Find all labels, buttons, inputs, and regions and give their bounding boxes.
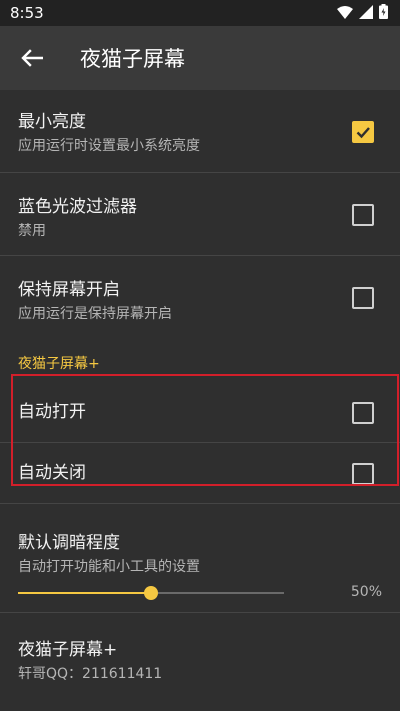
wifi-icon	[337, 4, 353, 23]
pref-dim-level: 默认调暗程度 自动打开功能和小工具的设置 50%	[0, 504, 400, 612]
pref-auto-close[interactable]: 自动关闭	[0, 443, 400, 503]
pref-blue-filter-summary: 禁用	[18, 223, 46, 239]
status-time: 8:53	[10, 4, 44, 22]
dim-level-value: 50%	[350, 584, 382, 600]
dim-slider-row: 50%	[18, 582, 382, 604]
dim-slider-thumb[interactable]	[144, 586, 158, 600]
app-bar: 夜猫子屏幕	[0, 26, 400, 90]
pref-blue-filter-title: 蓝色光波过滤器	[18, 197, 137, 217]
pref-auto-open-title: 自动打开	[18, 402, 86, 422]
blue-filter-checkbox[interactable]	[352, 204, 374, 226]
status-icons	[337, 3, 388, 23]
pref-keep-screen-on-title: 保持屏幕开启	[18, 280, 120, 300]
auto-open-checkbox[interactable]	[352, 402, 374, 424]
pref-keep-screen-on-summary: 应用运行是保持屏幕开启	[18, 306, 172, 322]
pref-min-brightness-title: 最小亮度	[18, 112, 86, 132]
pref-blue-filter[interactable]: 蓝色光波过滤器 禁用	[0, 173, 400, 255]
pref-min-brightness[interactable]: 最小亮度 应用运行时设置最小系统亮度	[0, 90, 400, 172]
pref-auto-close-title: 自动关闭	[18, 463, 86, 483]
pref-keep-screen-on[interactable]: 保持屏幕开启 应用运行是保持屏幕开启	[0, 256, 400, 338]
pref-about-title: 夜猫子屏幕+	[18, 640, 118, 660]
pref-dim-level-title: 默认调暗程度	[18, 533, 120, 553]
pref-about[interactable]: 夜猫子屏幕+ 轩哥QQ：211611411	[0, 613, 400, 693]
signal-icon	[359, 4, 373, 23]
check-icon	[356, 127, 370, 139]
back-button[interactable]	[18, 44, 46, 72]
page-title: 夜猫子屏幕	[80, 47, 185, 71]
status-bar: 8:53	[0, 0, 400, 26]
category-header: 夜猫子屏幕+	[18, 356, 100, 372]
pref-dim-level-summary: 自动打开功能和小工具的设置	[18, 559, 200, 575]
auto-close-checkbox[interactable]	[352, 463, 374, 485]
pref-min-brightness-summary: 应用运行时设置最小系统亮度	[18, 138, 200, 154]
keep-screen-on-checkbox[interactable]	[352, 287, 374, 309]
dim-slider-fill	[18, 592, 151, 594]
pref-auto-open[interactable]: 自动打开	[0, 382, 400, 442]
pref-about-summary: 轩哥QQ：211611411	[18, 666, 163, 682]
dim-slider-track[interactable]	[18, 586, 284, 600]
battery-charging-icon	[379, 3, 388, 23]
arrow-back-icon	[21, 49, 43, 67]
min-brightness-checkbox[interactable]	[352, 121, 374, 143]
